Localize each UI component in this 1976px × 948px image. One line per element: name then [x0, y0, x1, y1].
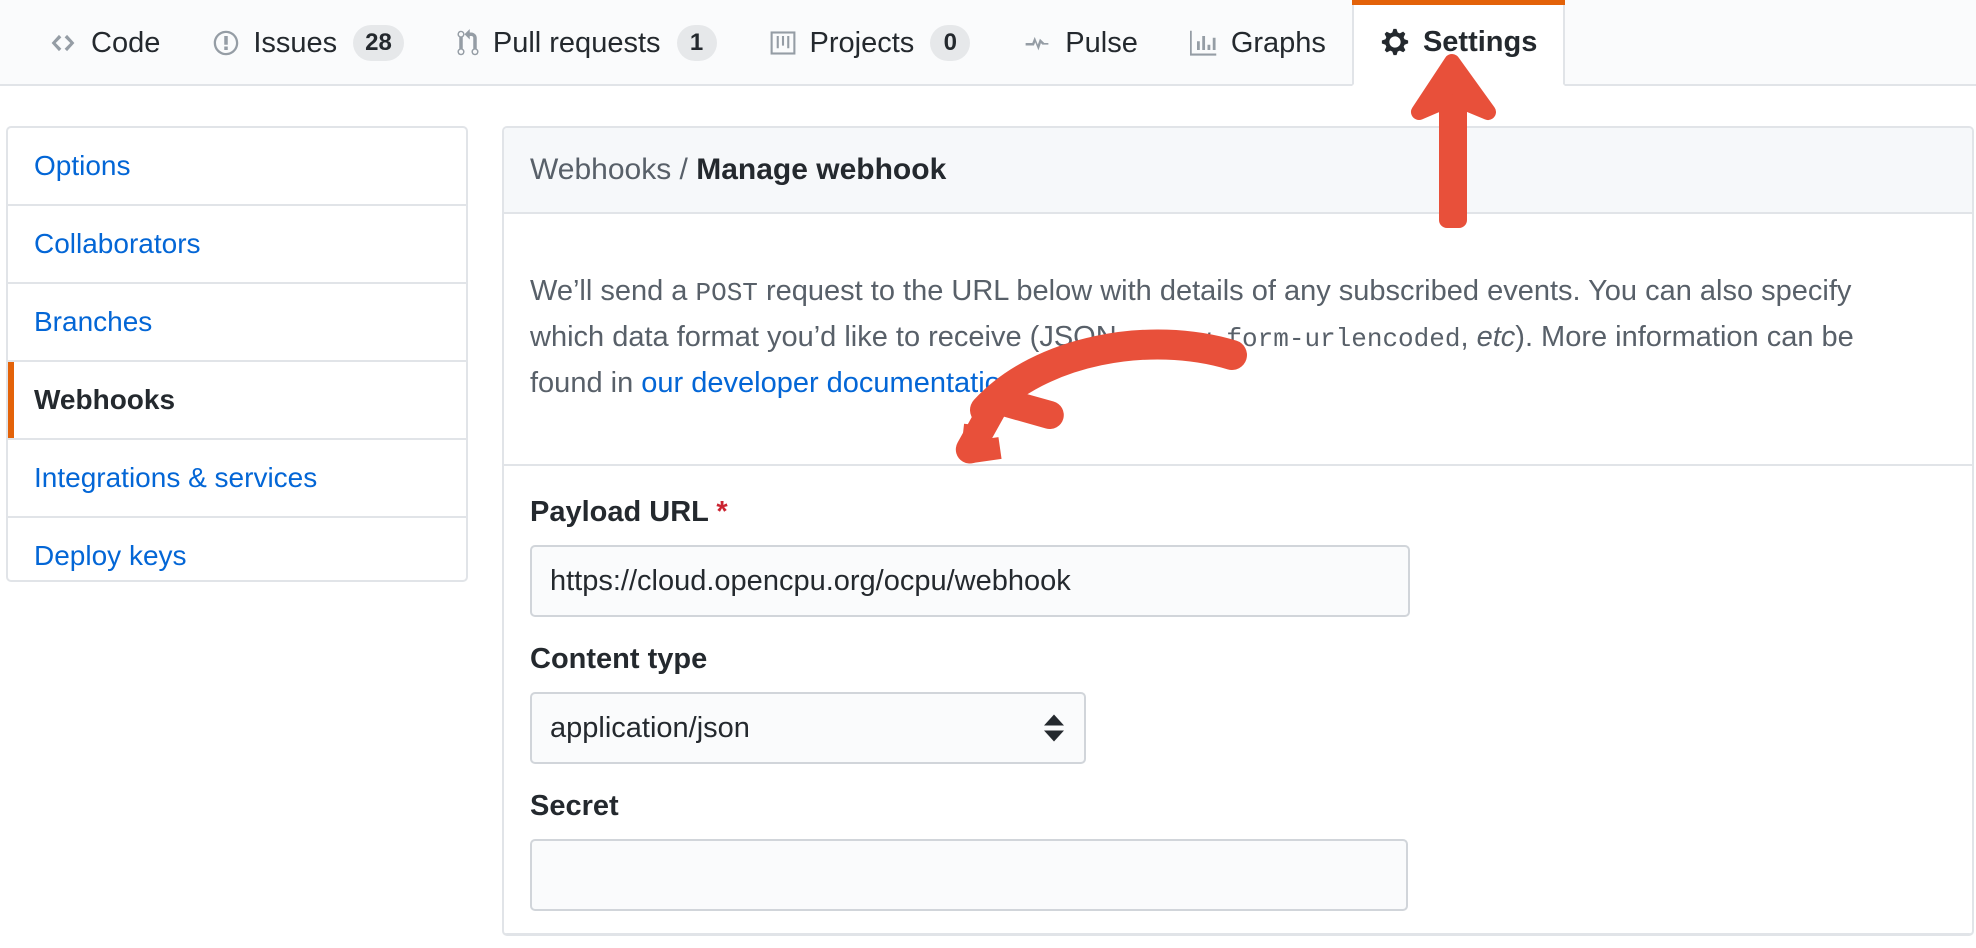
- git-pull-request-icon: [456, 29, 480, 57]
- breadcrumb-current: Manage webhook: [696, 153, 947, 186]
- sidebar-item-deploy-keys[interactable]: Deploy keys: [8, 518, 466, 580]
- tab-label: Code: [91, 26, 161, 59]
- ssl-verification-row: By default, we verify SSL certificates w…: [504, 933, 1972, 934]
- breadcrumb: Webhooks / Manage webhook: [504, 128, 1972, 214]
- breadcrumb-parent[interactable]: Webhooks: [530, 153, 671, 186]
- tab-issues[interactable]: Issues 28: [186, 0, 430, 86]
- intro-paragraph: We’ll send a POST request to the URL bel…: [530, 269, 1930, 405]
- intro-text-3: ,: [1460, 321, 1477, 353]
- tab-settings[interactable]: Settings: [1351, 0, 1566, 86]
- sidebar-item-label: Webhooks: [34, 384, 176, 415]
- code-icon: [48, 30, 78, 56]
- pull-requests-counter: 1: [676, 25, 717, 61]
- intro-etc: etc: [1476, 321, 1516, 353]
- project-icon: [769, 29, 797, 57]
- repository-tabnav: Code Issues 28 Pull requests 1 Projects …: [0, 0, 1976, 86]
- manage-webhook-box: Webhooks / Manage webhook We’ll send a P…: [502, 126, 1974, 936]
- tab-label: Graphs: [1230, 26, 1326, 59]
- sidebar-item-webhooks[interactable]: Webhooks: [8, 362, 466, 440]
- sidebar-item-label: Branches: [34, 306, 153, 337]
- developer-documentation-link[interactable]: our developer documentation: [641, 367, 1017, 399]
- sidebar-item-branches[interactable]: Branches: [8, 284, 466, 362]
- projects-counter: 0: [930, 25, 971, 61]
- sidebar-item-label: Deploy keys: [34, 540, 187, 571]
- tab-graphs[interactable]: Graphs: [1164, 0, 1352, 86]
- required-asterisk: *: [716, 496, 728, 528]
- content-type-select-wrapper[interactable]: application/json: [530, 692, 1086, 764]
- gear-icon: [1380, 27, 1410, 57]
- tab-pull-requests[interactable]: Pull requests 1: [430, 0, 743, 86]
- tab-code[interactable]: Code: [22, 0, 186, 86]
- issues-counter: 28: [353, 25, 404, 61]
- tab-label: Pull requests: [492, 26, 661, 59]
- breadcrumb-separator: /: [671, 153, 697, 186]
- payload-url-label-text: Payload URL: [530, 496, 709, 528]
- sidebar-item-label: Options: [34, 150, 131, 181]
- tab-label: Projects: [809, 26, 915, 59]
- secret-input[interactable]: [530, 839, 1408, 911]
- code-post: POST: [695, 278, 758, 308]
- secret-field: Secret: [530, 790, 1946, 911]
- tab-projects[interactable]: Projects 0: [743, 0, 997, 86]
- content-type-select[interactable]: application/json: [530, 692, 1086, 764]
- sidebar-item-label: Collaborators: [34, 228, 201, 259]
- intro-section: We’ll send a POST request to the URL bel…: [504, 214, 1972, 466]
- graph-icon: [1189, 29, 1218, 57]
- settings-page: Options Collaborators Branches Webhooks …: [0, 86, 1976, 948]
- sidebar-item-label: Integrations & services: [34, 462, 318, 493]
- content-type-field: Content type application/json: [530, 643, 1946, 764]
- intro-text-5: .: [1016, 367, 1025, 399]
- content-type-label: Content type: [530, 643, 708, 675]
- sidebar-item-integrations-services[interactable]: Integrations & services: [8, 440, 466, 518]
- issue-opened-icon: [212, 29, 240, 57]
- code-form-urlencoded: x-www-form-urlencoded: [1132, 324, 1461, 354]
- pulse-icon: [1022, 30, 1052, 56]
- tab-pulse[interactable]: Pulse: [996, 0, 1164, 86]
- sidebar-item-options[interactable]: Options: [8, 128, 466, 206]
- webhook-form: Payload URL * Content type application/j…: [504, 466, 1972, 933]
- tab-label: Issues: [253, 26, 338, 59]
- sidebar-item-collaborators[interactable]: Collaborators: [8, 206, 466, 284]
- settings-sidebar: Options Collaborators Branches Webhooks …: [6, 126, 468, 582]
- payload-url-field: Payload URL *: [530, 496, 1946, 617]
- intro-text-1: We’ll send a: [530, 275, 696, 307]
- tab-label: Pulse: [1065, 26, 1138, 59]
- payload-url-input[interactable]: [530, 545, 1410, 617]
- tab-label: Settings: [1422, 25, 1538, 58]
- payload-url-label: Payload URL *: [530, 496, 1946, 529]
- secret-label: Secret: [530, 790, 619, 822]
